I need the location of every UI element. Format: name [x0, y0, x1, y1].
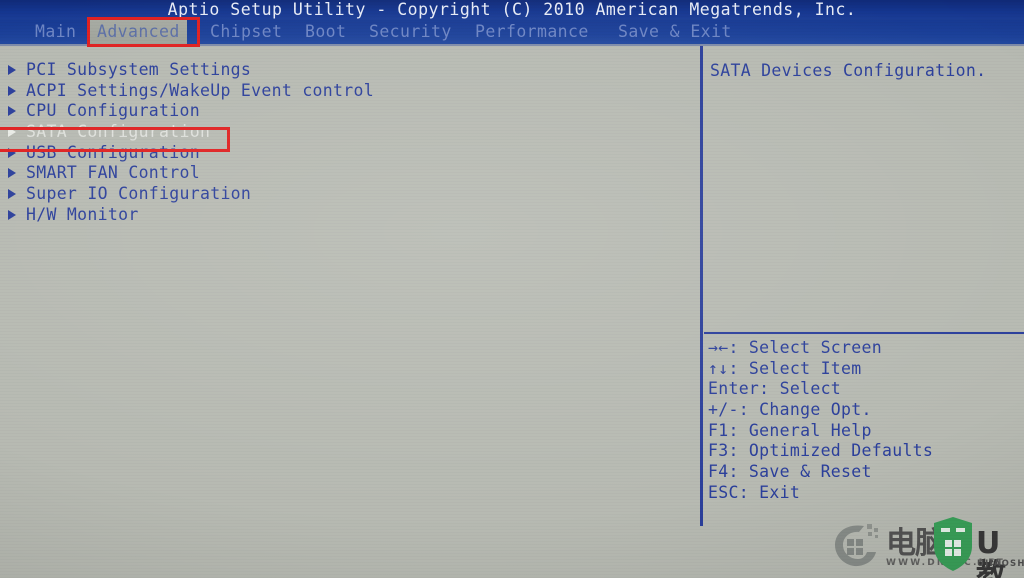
key-legend: →←: Select Screen ↑↓: Select Item Enter: S…	[708, 338, 1024, 504]
submenu-arrow-icon	[8, 65, 16, 75]
menu-bar: Main Advanced Chipset Boot Security Performan…	[0, 20, 1024, 44]
submenu-arrow-icon	[8, 85, 16, 96]
menu-item-super-io-configuration[interactable]: Super IO Configuration	[0, 184, 690, 205]
settings-menu-list: PCI Subsystem Settings ACPI Settings/Wake…	[0, 60, 690, 226]
help-separator	[704, 332, 1024, 334]
legend-key: +/-	[708, 400, 739, 420]
legend-key: F4	[708, 462, 729, 482]
legend-row: +/-: Change Opt.	[708, 400, 1024, 421]
menu-item-h-w-monitor[interactable]: H/W Monitor	[0, 205, 690, 226]
tab-save-exit[interactable]: Save & Exit	[611, 20, 739, 44]
window-title: Aptio Setup Utility - Copyright (C) 2010…	[0, 0, 1024, 20]
legend-action: : Change Opt.	[738, 400, 872, 420]
menu-item-label: USB Configuration	[26, 142, 200, 162]
submenu-arrow-icon	[8, 189, 16, 200]
shield-icon	[934, 517, 972, 571]
legend-action: : Select	[759, 379, 842, 399]
menu-item-cpu-configuration[interactable]: CPU Configuration	[0, 101, 690, 122]
menu-item-label: H/W Monitor	[26, 204, 139, 224]
submenu-arrow-icon	[8, 209, 16, 220]
menu-item-pci-subsystem-settings[interactable]: PCI Subsystem Settings	[0, 60, 690, 81]
legend-row: ESC: Exit	[708, 483, 1024, 504]
submenu-arrow-icon	[8, 168, 16, 179]
help-description: SATA Devices Configuration.	[710, 61, 987, 80]
legend-action: : Save & Reset	[728, 462, 872, 482]
submenu-arrow-icon	[8, 106, 16, 117]
tab-performance[interactable]: Performance	[468, 20, 596, 44]
panel-divider	[700, 46, 703, 526]
legend-key: F1	[708, 420, 729, 440]
menu-item-smart-fan-control[interactable]: SMART FAN Control	[0, 163, 690, 184]
menu-item-label: PCI Subsystem Settings	[26, 60, 252, 79]
menu-item-label: Super IO Configuration	[26, 184, 252, 204]
menu-item-sata-configuration[interactable]: SATA Configuration	[0, 122, 690, 143]
submenu-arrow-icon	[8, 147, 16, 158]
legend-key: Enter	[708, 379, 760, 399]
watermark: 电脑 WWW.DNXTC.NET U教授 UJIAOSHOU.COM	[832, 512, 1024, 578]
legend-key: ESC	[708, 482, 739, 502]
legend-row: ↑↓: Select Item	[708, 359, 1024, 380]
watermark-site-url: UJIAOSHOU.COM	[977, 559, 1024, 569]
legend-row: →←: Select Screen	[708, 338, 1024, 359]
legend-row: F4: Save & Reset	[708, 462, 1024, 483]
submenu-arrow-icon	[8, 127, 16, 138]
bios-setup-screen: Aptio Setup Utility - Copyright (C) 2010…	[0, 0, 1024, 578]
menu-bar-underline	[0, 44, 1024, 46]
legend-key: F3	[708, 441, 729, 461]
legend-row: F1: General Help	[708, 421, 1024, 442]
tab-boot[interactable]: Boot	[298, 20, 353, 44]
tab-security[interactable]: Security	[362, 20, 459, 44]
legend-row: Enter: Select	[708, 379, 1024, 400]
legend-action: : Select Screen	[728, 338, 882, 357]
tab-main[interactable]: Main	[28, 20, 83, 44]
watermark-site-cn: U教授	[976, 526, 1006, 578]
legend-action: : Exit	[738, 482, 801, 502]
dnxtc-logo-icon	[835, 524, 878, 567]
legend-action: : Select Item	[728, 358, 862, 378]
legend-action: : General Help	[728, 420, 872, 440]
legend-key: →←	[708, 338, 729, 357]
tab-advanced[interactable]: Advanced	[90, 20, 187, 44]
menu-item-label: SATA Configuration	[26, 122, 211, 142]
legend-row: F3: Optimized Defaults	[708, 441, 1024, 462]
menu-item-acpi-settings-wakeup-event-control[interactable]: ACPI Settings/WakeUp Event control	[0, 81, 690, 102]
menu-item-label: ACPI Settings/WakeUp Event control	[26, 80, 374, 100]
menu-item-label: CPU Configuration	[26, 101, 200, 121]
legend-action: : Optimized Defaults	[728, 441, 934, 461]
menu-item-label: SMART FAN Control	[26, 163, 200, 183]
menu-item-usb-configuration[interactable]: USB Configuration	[0, 143, 690, 164]
legend-key: ↑↓	[708, 358, 729, 378]
tab-chipset[interactable]: Chipset	[203, 20, 289, 44]
